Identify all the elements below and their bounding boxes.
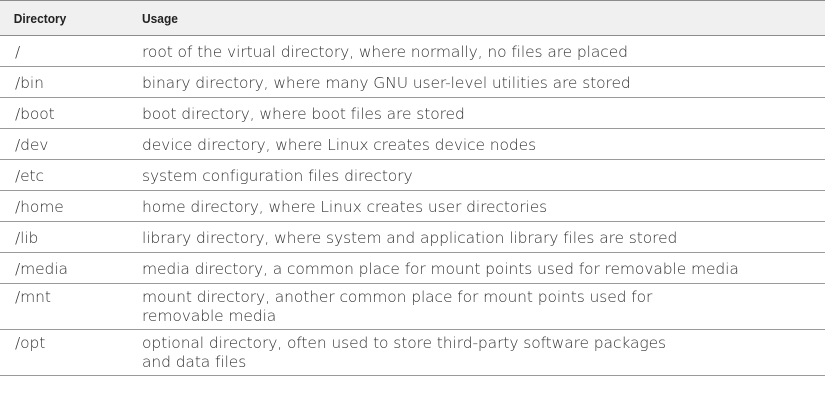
usage-cell: home directory, where Linux creates user…: [142, 198, 825, 217]
usage-line: binary directory, where many GNU user-le…: [142, 74, 631, 92]
table-header: Directory Usage: [0, 1, 825, 36]
directory-cell: /home: [15, 198, 64, 216]
table-row: /media media directory, a common place f…: [0, 253, 825, 284]
usage-line: mount directory, another common place fo…: [142, 288, 653, 306]
directory-cell: /boot: [15, 105, 55, 123]
usage-cell: optional directory, often used to store …: [142, 334, 825, 372]
usage-cell: mount directory, another common place fo…: [142, 288, 825, 326]
directory-cell: /dev: [15, 136, 49, 154]
usage-cell: media directory, a common place for moun…: [142, 260, 825, 279]
header-directory: Directory: [13, 10, 67, 26]
table-row: /lib library directory, where system and…: [0, 222, 825, 253]
directory-cell: /lib: [15, 229, 39, 247]
directory-cell: /bin: [15, 74, 44, 92]
directory-cell: /media: [15, 260, 68, 278]
usage-line: root of the virtual directory, where nor…: [142, 43, 628, 61]
table-row: /boot boot directory, where boot files a…: [0, 98, 825, 129]
directory-cell: /opt: [15, 334, 46, 352]
usage-cell: boot directory, where boot files are sto…: [142, 105, 825, 124]
usage-line: removable media: [142, 307, 277, 325]
table-row: /etc system configuration files director…: [0, 160, 825, 191]
table-row: / root of the virtual directory, where n…: [0, 36, 825, 67]
usage-cell: system configuration files directory: [142, 167, 825, 186]
usage-line: optional directory, often used to store …: [142, 334, 666, 352]
usage-line: library directory, where system and appl…: [142, 229, 678, 247]
directory-cell: /: [15, 43, 21, 61]
directory-cell: /etc: [15, 167, 44, 185]
usage-cell: binary directory, where many GNU user-le…: [142, 74, 825, 93]
header-usage: Usage: [142, 10, 178, 26]
table-row: /opt optional directory, often used to s…: [0, 330, 825, 376]
usage-line: home directory, where Linux creates user…: [142, 198, 548, 216]
usage-line: boot directory, where boot files are sto…: [142, 105, 465, 123]
table-row: /mnt mount directory, another common pla…: [0, 284, 825, 330]
usage-line: system configuration files directory: [142, 167, 413, 185]
usage-line: media directory, a common place for moun…: [142, 260, 739, 278]
usage-line: device directory, where Linux creates de…: [142, 136, 537, 154]
usage-cell: library directory, where system and appl…: [142, 229, 825, 248]
directory-cell: /mnt: [15, 288, 51, 306]
directory-table: Directory Usage / root of the virtual di…: [0, 0, 825, 376]
table-row: /dev device directory, where Linux creat…: [0, 129, 825, 160]
table-row: /bin binary directory, where many GNU us…: [0, 67, 825, 98]
usage-line: and data files: [142, 353, 247, 371]
usage-cell: device directory, where Linux creates de…: [142, 136, 825, 155]
usage-cell: root of the virtual directory, where nor…: [142, 43, 825, 62]
table-row: /home home directory, where Linux create…: [0, 191, 825, 222]
